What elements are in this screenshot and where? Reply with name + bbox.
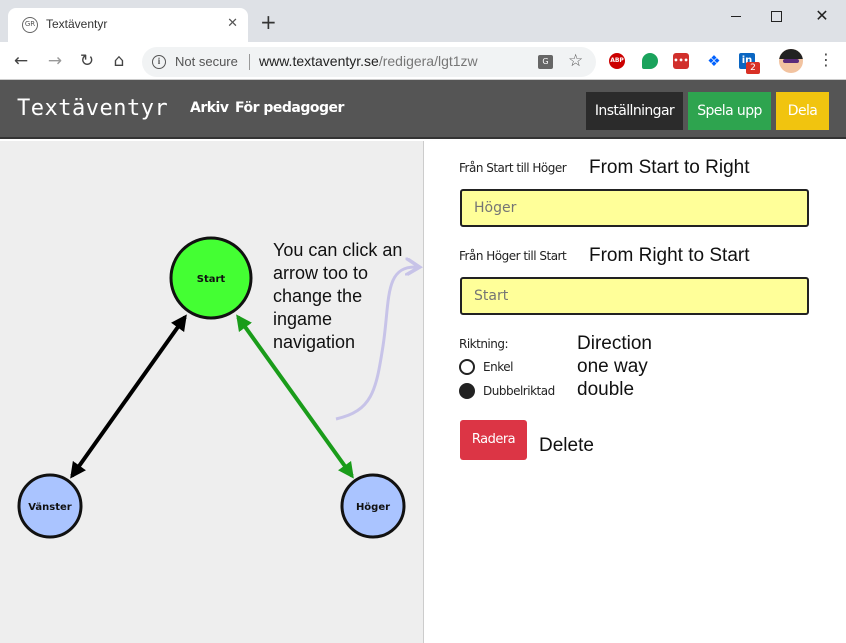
from-right-input[interactable]: [460, 277, 809, 315]
settings-button[interactable]: Inställningar: [586, 92, 683, 130]
info-icon[interactable]: i: [152, 55, 166, 69]
play-button[interactable]: Spela upp: [688, 92, 771, 130]
window-maximize-button[interactable]: [764, 6, 788, 26]
browser-menu-icon[interactable]: ⋮: [818, 50, 834, 70]
story-graph: Start Vänster Höger: [17, 236, 424, 539]
edge-start-left[interactable]: [70, 314, 187, 479]
nav-teachers-link[interactable]: För pedagoger: [235, 100, 344, 116]
double-annotation: double: [577, 379, 635, 400]
forward-arrow-icon[interactable]: →: [44, 50, 66, 72]
app-header: Textäventyr Arkiv För pedagoger Inställn…: [0, 80, 846, 139]
address-separator: [249, 54, 250, 70]
edge-edit-panel: Från Start till Höger From Start to Righ…: [425, 141, 846, 643]
url-text[interactable]: www.textaventyr.se/redigera/lgt1zw: [259, 53, 478, 69]
tab-title: Textäventyr: [46, 17, 108, 31]
reload-icon[interactable]: ↻: [76, 50, 98, 72]
radio-double[interactable]: [459, 383, 475, 399]
site-favicon-icon: GR: [22, 17, 38, 33]
single-annotation: one way: [577, 356, 648, 377]
from-right-label: Från Höger till Start: [459, 249, 567, 263]
node-left-label: Vänster: [28, 502, 72, 513]
browser-tab-bar: GR Textäventyr ✕ + ✕: [0, 0, 846, 42]
from-start-input[interactable]: [460, 189, 809, 227]
red-extension-icon[interactable]: •••: [673, 53, 689, 69]
from-start-annotation: From Start to Right: [589, 157, 750, 178]
browser-tab[interactable]: GR Textäventyr ✕: [8, 8, 248, 42]
node-right-label: Höger: [356, 502, 390, 513]
nav-archive-link[interactable]: Arkiv: [190, 100, 229, 116]
delete-button[interactable]: Radera: [460, 420, 527, 460]
url-host: www.textaventyr.se: [259, 53, 379, 69]
new-tab-button[interactable]: +: [260, 12, 277, 32]
home-icon[interactable]: ⌂: [108, 50, 130, 72]
direction-label: Riktning:: [459, 337, 509, 351]
chat-extension-icon[interactable]: [642, 53, 658, 69]
direction-annotation: Direction: [577, 333, 652, 354]
from-right-annotation: From Right to Start: [589, 245, 750, 266]
tab-close-icon[interactable]: ✕: [227, 16, 238, 31]
back-arrow-icon[interactable]: ←: [10, 50, 32, 72]
dropbox-extension-icon[interactable]: ❖: [706, 53, 722, 69]
window-minimize-button[interactable]: [724, 6, 748, 26]
security-status[interactable]: Not secure: [175, 54, 238, 69]
adblock-extension-icon[interactable]: ABP: [609, 53, 625, 69]
url-path: /redigera/lgt1zw: [378, 53, 478, 69]
address-bar[interactable]: i Not secure www.textaventyr.se/redigera…: [142, 47, 596, 77]
node-start-label: Start: [197, 274, 226, 285]
annotation-note: You can click an arrow too to change the…: [273, 240, 403, 352]
bookmark-star-icon[interactable]: ☆: [568, 51, 583, 71]
delete-annotation: Delete: [539, 435, 594, 456]
radio-single-label: Enkel: [483, 360, 513, 374]
share-button[interactable]: Dela: [776, 92, 829, 130]
profile-avatar[interactable]: [779, 49, 803, 73]
notification-badge: 2: [746, 62, 760, 74]
radio-double-label: Dubbelriktad: [483, 384, 555, 398]
translate-icon[interactable]: G: [538, 55, 553, 69]
from-start-label: Från Start till Höger: [459, 161, 567, 175]
window-close-button[interactable]: ✕: [810, 6, 834, 26]
story-graph-canvas[interactable]: Start Vänster Höger You can click an arr…: [0, 141, 424, 643]
radio-single[interactable]: [459, 359, 475, 375]
browser-toolbar: ← → ↻ ⌂ i Not secure www.textaventyr.se/…: [0, 42, 846, 80]
app-logo[interactable]: Textäventyr: [17, 96, 168, 121]
